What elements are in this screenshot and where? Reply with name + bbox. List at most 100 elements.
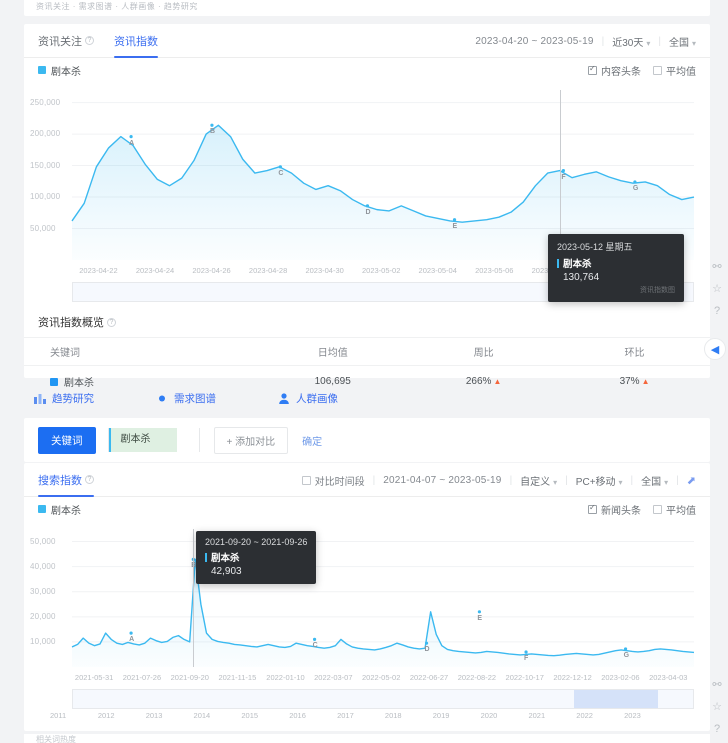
chevron-down-icon: ▾ — [692, 39, 696, 48]
search-period-label: 自定义 — [520, 477, 550, 488]
range-year-tick: 2018 — [385, 711, 402, 720]
sidebar-item-trend-research[interactable]: 趋势研究 — [34, 391, 94, 406]
help-icon[interactable]: ? — [107, 318, 116, 327]
x-axis-tick: 2022-05-02 — [362, 673, 400, 682]
news-date-range: 2023-04-20 ~ 2023-05-19 — [475, 36, 593, 47]
checkbox-search-headline[interactable]: 新闻头条 — [588, 502, 641, 517]
tooltip-series-row: 剧本杀 — [557, 256, 675, 270]
chart-point-marker — [129, 632, 132, 635]
help-icon[interactable]: ? — [708, 302, 726, 320]
range-year-tick: 2020 — [481, 711, 498, 720]
tab-search-index-label: 搜索指数 — [38, 472, 82, 488]
chart-point-label: C — [278, 170, 283, 177]
checkbox-news-average-label: 平均值 — [666, 63, 696, 78]
chart-point-marker — [210, 124, 213, 127]
keyword-button[interactable]: 关键词 — [38, 427, 96, 454]
news-period-dropdown[interactable]: 近30天▾ — [612, 34, 650, 49]
news-side-rail: ⚯ ☆ ? — [708, 258, 726, 324]
chart-point-marker — [453, 218, 456, 221]
search-index-chart[interactable]: 2021-09-20 ~ 2021-09-26 剧本杀 42,903 50,00… — [24, 521, 710, 731]
y-axis-tick: 150,000 — [30, 161, 60, 170]
legend-color-swatch — [38, 505, 46, 513]
search-date-range: 2021-04-07 ~ 2023-05-19 — [383, 475, 501, 486]
search-chart-svg — [24, 521, 710, 681]
legend-item-keyword[interactable]: 剧本杀 — [38, 63, 81, 78]
share-icon[interactable]: ⚯ — [708, 676, 726, 694]
chart-point-label: D — [365, 209, 370, 216]
feedback-fab-button[interactable]: ◀ — [704, 338, 726, 360]
chart-point-marker — [425, 642, 428, 645]
divider: | — [510, 475, 513, 486]
chart-point-label: A — [129, 140, 134, 147]
col-daily-avg: 日均值 — [257, 338, 408, 366]
y-axis-tick: 50,000 — [30, 224, 56, 233]
x-axis-tick: 2021-07-26 — [123, 673, 161, 682]
chart-point-label: F — [524, 655, 528, 662]
x-axis-tick: 2023-04-26 — [192, 266, 230, 275]
checkbox-news-average[interactable]: 平均值 — [653, 63, 696, 78]
legend-item-keyword[interactable]: 剧本杀 — [38, 502, 81, 517]
chart-point-marker — [313, 638, 316, 641]
export-icon[interactable]: ⬈ — [687, 474, 696, 487]
checkbox-news-headline[interactable]: 内容头条 — [588, 63, 641, 78]
news-region-label: 全国 — [669, 38, 689, 49]
chart-point-marker — [129, 135, 132, 138]
search-device-dropdown[interactable]: PC+移动▾ — [576, 473, 623, 488]
x-axis-tick: 2023-04-28 — [249, 266, 287, 275]
checkbox-icon — [653, 505, 662, 514]
tooltip-color-bar — [557, 259, 559, 268]
chart-point-marker — [633, 180, 636, 183]
checkbox-search-average[interactable]: 平均值 — [653, 502, 696, 517]
range-slider[interactable] — [72, 689, 694, 709]
chart-point-label: A — [129, 636, 134, 643]
chart-point-marker — [366, 204, 369, 207]
search-legend-row: 剧本杀 新闻头条 平均值 — [24, 497, 710, 521]
bottom-stub-text: 相关词热度 — [24, 734, 710, 743]
legend-color-swatch — [38, 66, 46, 74]
help-icon[interactable]: ? — [85, 475, 94, 484]
search-region-dropdown[interactable]: 全国▾ — [641, 473, 668, 488]
sidebar-item-demand-graph[interactable]: 需求图谱 — [156, 391, 216, 406]
keyword-tag[interactable]: 剧本杀 — [108, 428, 200, 452]
checkbox-compare-period-label: 对比时间段 — [315, 473, 365, 488]
y-axis-tick: 100,000 — [30, 192, 60, 201]
checkbox-compare-period[interactable]: 对比时间段 — [302, 473, 365, 488]
search-chart-tooltip: 2021-09-20 ~ 2021-09-26 剧本杀 42,903 — [196, 531, 316, 584]
search-period-dropdown[interactable]: 自定义▾ — [520, 473, 557, 488]
news-index-chart[interactable]: 2023-05-12 星期五 剧本杀 130,764 资讯指数图 250,000… — [24, 82, 710, 334]
search-region-label: 全国 — [641, 477, 661, 488]
x-axis-tick: 2023-04-22 — [79, 266, 117, 275]
person-icon — [278, 393, 290, 404]
news-region-dropdown[interactable]: 全国▾ — [669, 34, 696, 49]
tooltip-date: 2023-05-12 星期五 — [557, 240, 675, 253]
chevron-down-icon: ▾ — [664, 478, 668, 487]
y-axis-tick: 50,000 — [30, 537, 56, 546]
news-legend-controls: 内容头条 平均值 — [588, 58, 696, 82]
news-chart-tooltip: 2023-05-12 星期五 剧本杀 130,764 资讯指数图 — [548, 234, 684, 302]
x-axis-tick: 2023-05-02 — [362, 266, 400, 275]
x-axis-tick: 2023-04-24 — [136, 266, 174, 275]
favorite-icon[interactable]: ☆ — [708, 698, 726, 716]
analysis-nav: 趋势研究 需求图谱 人群画像 — [24, 385, 710, 411]
range-year-tick: 2023 — [624, 711, 641, 720]
search-tabbar: 搜索指数 ? 对比时间段 | 2021-04-07 ~ 2023-05-19 |… — [24, 463, 710, 497]
chart-point-marker — [524, 650, 527, 653]
range-year-tick: 2022 — [576, 711, 593, 720]
tab-news-attention[interactable]: 资讯关注 ? — [38, 24, 94, 58]
help-icon[interactable]: ? — [708, 720, 726, 738]
favorite-icon[interactable]: ☆ — [708, 280, 726, 298]
range-slider-selection[interactable] — [574, 690, 658, 708]
sidebar-item-audience-profile[interactable]: 人群画像 — [278, 391, 338, 406]
x-axis-tick: 2023-02-06 — [601, 673, 639, 682]
confirm-button[interactable]: 确定 — [302, 433, 322, 448]
help-icon[interactable]: ? — [85, 36, 94, 45]
y-axis-tick: 200,000 — [30, 129, 60, 138]
chart-point-label: F — [561, 174, 565, 181]
range-year-tick: 2019 — [433, 711, 450, 720]
chart-point-marker — [279, 165, 282, 168]
tab-search-index[interactable]: 搜索指数 ? — [38, 463, 94, 497]
top-stub-strip: 资讯关注 · 需求图谱 · 人群画像 · 趋势研究 — [24, 0, 710, 16]
add-compare-button[interactable]: + 添加对比 — [214, 427, 289, 454]
share-icon[interactable]: ⚯ — [708, 258, 726, 276]
tab-news-index[interactable]: 资讯指数 — [114, 24, 158, 58]
